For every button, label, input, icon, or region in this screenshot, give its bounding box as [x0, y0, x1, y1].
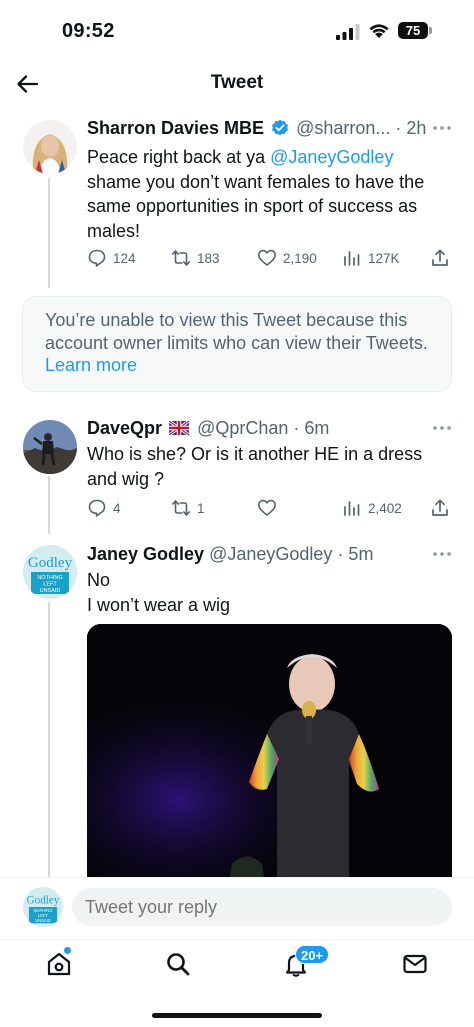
avatar[interactable]: Godley NOTHING LEFT UNSAID — [23, 545, 77, 599]
reply-icon — [88, 249, 106, 267]
tweet-media-image[interactable] — [87, 624, 452, 894]
avatar-book-sub: NOTHING — [37, 575, 62, 581]
timestamp: · 2h — [395, 118, 427, 138]
avatar-book-sub: UNSAID — [40, 588, 61, 594]
page-title: Tweet — [210, 72, 264, 93]
reply-count: 4 — [113, 500, 121, 516]
thread-line — [48, 602, 50, 878]
tweet-janey-godley[interactable]: Godley NOTHING LEFT UNSAID Janey Godley … — [0, 544, 474, 624]
share-button[interactable] — [430, 496, 450, 520]
reply-count: 124 — [113, 250, 136, 266]
like-count: 2,190 — [283, 250, 317, 266]
display-name[interactable]: DaveQpr — [87, 418, 162, 438]
tweet-text: No I won’t wear a wig — [87, 568, 446, 617]
handle[interactable]: @JaneyGodley — [209, 544, 332, 564]
more-icon[interactable] — [432, 124, 452, 132]
reply-bar: Godley NOTHING LEFT UNSAID — [0, 877, 474, 939]
signal-icon — [336, 24, 360, 40]
handle[interactable]: @sharron... — [296, 118, 390, 138]
views-button[interactable]: 127K — [342, 246, 400, 270]
display-name[interactable]: Sharron Davies MBE — [87, 118, 264, 138]
tweet-sharron-davies[interactable]: Sharron Davies MBE @sharron... · 2h Peac… — [0, 118, 474, 278]
retweet-button[interactable]: 183 — [171, 246, 220, 270]
battery-level: 75 — [398, 22, 428, 39]
more-icon[interactable] — [432, 424, 452, 432]
share-icon — [432, 249, 448, 266]
status-time: 09:52 — [62, 20, 115, 42]
learn-more-link[interactable]: Learn more — [45, 355, 137, 375]
more-icon[interactable] — [432, 550, 452, 558]
tweet-actions: 4 1 2,402 — [87, 496, 454, 520]
timestamp: · 5m — [337, 544, 374, 564]
messages-icon[interactable] — [401, 950, 429, 978]
tweet-text: Peace right back at ya @JaneyGodley sham… — [87, 145, 446, 243]
tweet-text: Who is she? Or is it another HE in a dre… — [87, 444, 423, 489]
like-button[interactable] — [257, 496, 283, 520]
display-name[interactable]: Janey Godley — [87, 544, 204, 564]
uk-flag-icon — [169, 421, 190, 435]
status-bar: 09:52 75 — [0, 0, 474, 62]
share-icon — [432, 499, 448, 516]
avatar-book-sub: UNSAID — [35, 918, 50, 923]
reply-icon — [88, 499, 106, 517]
tweet-text-part: shame you don’t want females to have the… — [87, 171, 425, 241]
views-icon — [344, 501, 360, 516]
views-button[interactable]: 2,402 — [342, 496, 402, 520]
tweet-text-part: Peace right back at ya — [87, 147, 271, 167]
views-icon — [344, 251, 360, 266]
tweet-text-line: No — [87, 570, 111, 590]
like-button[interactable]: 2,190 — [257, 246, 317, 270]
avatar-book-sub: LEFT — [43, 582, 57, 588]
home-icon[interactable] — [45, 950, 73, 978]
home-indicator — [152, 1013, 322, 1018]
retweet-count: 1 — [197, 500, 205, 516]
avatar: Godley NOTHING LEFT UNSAID — [23, 887, 63, 927]
reply-button[interactable]: 4 — [87, 496, 121, 520]
tweet-actions: 124 183 2,190 127K — [87, 246, 454, 270]
retweet-count: 183 — [197, 250, 220, 266]
mention-link[interactable]: @JaneyGodley — [270, 147, 393, 167]
tweet-text-line: I won’t wear a wig — [87, 594, 231, 615]
header: Tweet — [0, 62, 474, 108]
handle[interactable]: @QprChan — [197, 418, 288, 438]
avatar-book-title: Godley — [28, 555, 73, 571]
notification-badge: 20+ — [295, 945, 330, 964]
avatar[interactable] — [23, 120, 77, 174]
search-icon[interactable] — [164, 950, 192, 978]
tweet-header: DaveQpr @QprChan · 6m — [87, 418, 452, 442]
restricted-message: You’re unable to view this Tweet because… — [45, 310, 428, 353]
retweet-button[interactable]: 1 — [171, 496, 205, 520]
timestamp: · 6m — [293, 418, 330, 438]
retweet-icon — [172, 500, 190, 516]
battery-icon: 75 — [398, 22, 432, 39]
tweet-header: Sharron Davies MBE @sharron... · 2h — [87, 118, 452, 142]
retweet-icon — [172, 250, 190, 266]
verified-badge-icon — [272, 119, 289, 136]
reply-button[interactable]: 124 — [87, 246, 136, 270]
wifi-icon — [369, 24, 389, 38]
reply-input[interactable] — [72, 888, 452, 926]
tweet-daveqpr[interactable]: DaveQpr @QprChan · 6m Who is she? Or is … — [0, 418, 474, 528]
battery-tip — [429, 27, 432, 34]
heart-icon — [258, 249, 276, 266]
views-count: 127K — [368, 250, 400, 266]
avatar-book-title: Godley — [27, 894, 60, 906]
views-count: 2,402 — [368, 500, 402, 516]
restricted-tweet-notice: You’re unable to view this Tweet because… — [22, 296, 452, 392]
share-button[interactable] — [430, 246, 450, 270]
heart-icon — [258, 499, 276, 516]
avatar[interactable] — [23, 420, 77, 474]
tweet-header: Janey Godley @JaneyGodley · 5m — [87, 544, 452, 568]
home-unread-dot — [64, 947, 71, 954]
